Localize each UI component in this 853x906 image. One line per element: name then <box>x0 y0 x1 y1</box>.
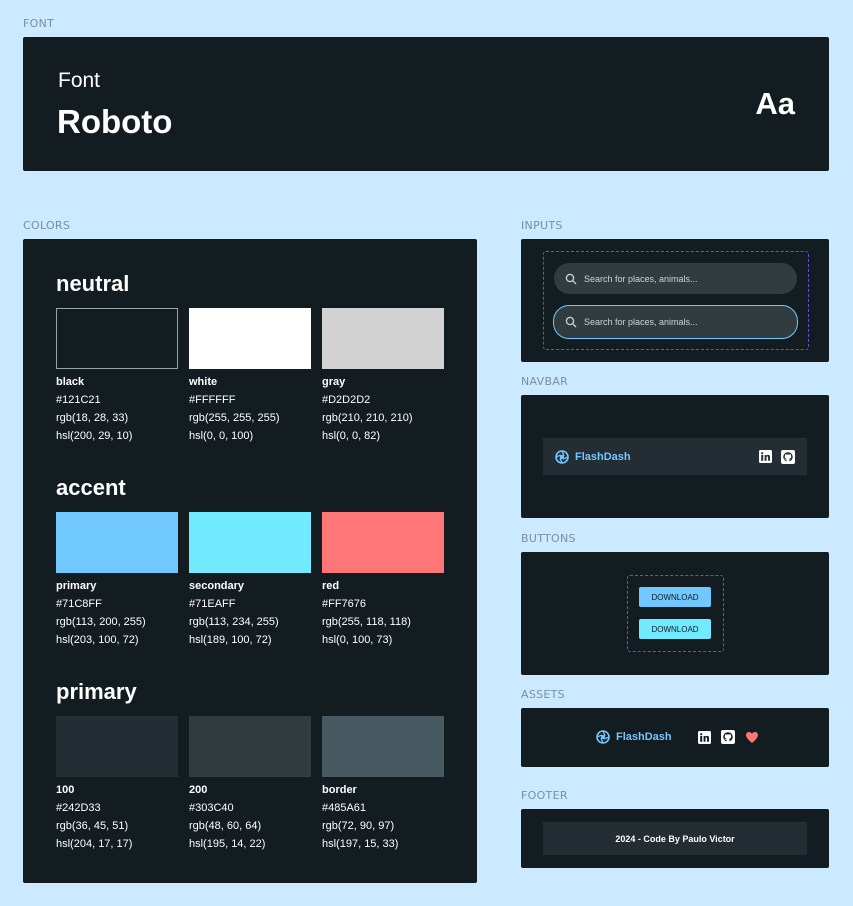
swatch-100 <box>56 716 178 777</box>
color-group-title-neutral: neutral <box>56 271 130 296</box>
color-group-title-primary: primary <box>56 679 137 704</box>
navbar-brand-label: FlashDash <box>575 450 631 463</box>
inputs-panel: Search for places, animals... Search for… <box>521 239 829 362</box>
swatch-rgb: rgb(113, 234, 255) <box>189 616 279 628</box>
font-panel: Font Roboto Aa <box>23 37 829 171</box>
assets-row: FlashDash <box>596 730 759 744</box>
swatch-rgb: rgb(36, 45, 51) <box>56 820 129 832</box>
swatch-hsl: hsl(200, 29, 10) <box>56 430 133 442</box>
swatch-hex: #485A61 <box>322 802 367 814</box>
search-input-focused[interactable]: Search for places, animals... <box>553 305 798 339</box>
swatch-hex: #121C21 <box>56 394 101 406</box>
swatch-hsl: hsl(195, 14, 22) <box>189 838 266 850</box>
github-icon[interactable] <box>781 449 795 464</box>
swatch-hex: #303C40 <box>189 802 234 814</box>
section-label-navbar: NAVBAR <box>521 375 569 388</box>
assets-brand: FlashDash <box>596 730 672 744</box>
footer-panel: 2024 - Code By Paulo Victor <box>521 809 829 868</box>
swatch-hsl: hsl(0, 0, 100) <box>189 430 254 442</box>
aperture-logo-icon <box>596 730 610 744</box>
swatch-white <box>189 308 311 369</box>
swatch-primary <box>56 512 178 573</box>
linkedin-icon[interactable] <box>759 450 772 463</box>
color-group-title-accent: accent <box>56 475 126 500</box>
assets-brand-label: FlashDash <box>616 731 672 743</box>
download-button-secondary[interactable]: DOWNLOAD <box>639 619 711 639</box>
swatch-hex: #FF7676 <box>322 598 367 610</box>
swatch-rgb: rgb(255, 255, 255) <box>189 412 280 424</box>
swatch-rgb: rgb(72, 90, 97) <box>322 820 395 832</box>
search-icon <box>565 273 577 284</box>
swatch-rgb: rgb(255, 118, 118) <box>322 616 411 628</box>
heart-icon <box>745 731 758 743</box>
github-icon <box>720 730 735 744</box>
buttons-panel: DOWNLOAD DOWNLOAD <box>521 552 829 675</box>
swatch-hsl: hsl(0, 100, 73) <box>322 634 393 646</box>
font-sample: Aa <box>755 86 795 121</box>
swatch-name: secondary <box>189 580 245 592</box>
swatch-rgb: rgb(210, 210, 210) <box>322 412 413 424</box>
assets-panel: FlashDash <box>521 708 829 767</box>
swatch-hsl: hsl(189, 100, 72) <box>189 634 272 646</box>
swatch-hsl: hsl(204, 17, 17) <box>56 838 133 850</box>
swatch-hex: #71EAFF <box>189 598 236 610</box>
swatch-hex: #71C8FF <box>56 598 102 610</box>
swatch-red <box>322 512 444 573</box>
section-label-assets: ASSETS <box>521 688 565 701</box>
swatch-hex: #D2D2D2 <box>322 394 371 406</box>
swatch-rgb: rgb(48, 60, 64) <box>189 820 262 832</box>
swatch-200 <box>189 716 311 777</box>
navbar: FlashDash <box>543 438 807 475</box>
search-placeholder: Search for places, animals... <box>584 273 698 284</box>
footer: 2024 - Code By Paulo Victor <box>543 822 807 855</box>
search-placeholder: Search for places, animals... <box>584 317 698 327</box>
colors-panel: neutral black #121C21 rgb(18, 28, 33) hs… <box>23 239 477 883</box>
swatch-black <box>56 308 178 369</box>
swatch-name: primary <box>56 580 97 592</box>
section-label-colors: COLORS <box>23 219 71 232</box>
download-button-primary[interactable]: DOWNLOAD <box>639 587 711 607</box>
swatch-name: 200 <box>189 784 208 796</box>
font-name: Roboto <box>57 103 173 140</box>
swatch-name: red <box>322 580 340 592</box>
swatch-hsl: hsl(203, 100, 72) <box>56 634 139 646</box>
aperture-logo-icon <box>555 449 569 464</box>
swatch-name: gray <box>322 376 346 388</box>
swatch-secondary <box>189 512 311 573</box>
search-input[interactable]: Search for places, animals... <box>554 263 797 294</box>
section-label-buttons: BUTTONS <box>521 532 576 545</box>
swatch-gray <box>322 308 444 369</box>
linkedin-icon <box>697 730 711 744</box>
search-icon <box>565 316 577 328</box>
swatch-hex: #FFFFFF <box>189 394 236 406</box>
swatch-hex: #242D33 <box>56 802 101 814</box>
footer-text: 2024 - Code By Paulo Victor <box>615 833 735 844</box>
swatch-rgb: rgb(18, 28, 33) <box>56 412 129 424</box>
navbar-social-icons <box>759 449 795 464</box>
navbar-panel: FlashDash <box>521 395 829 518</box>
swatch-name: white <box>189 376 218 388</box>
swatch-border <box>322 716 444 777</box>
swatch-rgb: rgb(113, 200, 255) <box>56 616 146 628</box>
swatch-name: 100 <box>56 784 75 796</box>
section-label-inputs: INPUTS <box>521 219 563 232</box>
swatch-hsl: hsl(197, 15, 33) <box>322 838 399 850</box>
swatch-name: black <box>56 376 85 388</box>
section-label-footer: FOOTER <box>521 789 568 802</box>
font-label: Font <box>58 69 101 92</box>
swatch-name: border <box>322 784 357 796</box>
navbar-brand[interactable]: FlashDash <box>555 449 631 464</box>
swatch-hsl: hsl(0, 0, 82) <box>322 430 381 442</box>
section-label-font: FONT <box>23 17 55 30</box>
